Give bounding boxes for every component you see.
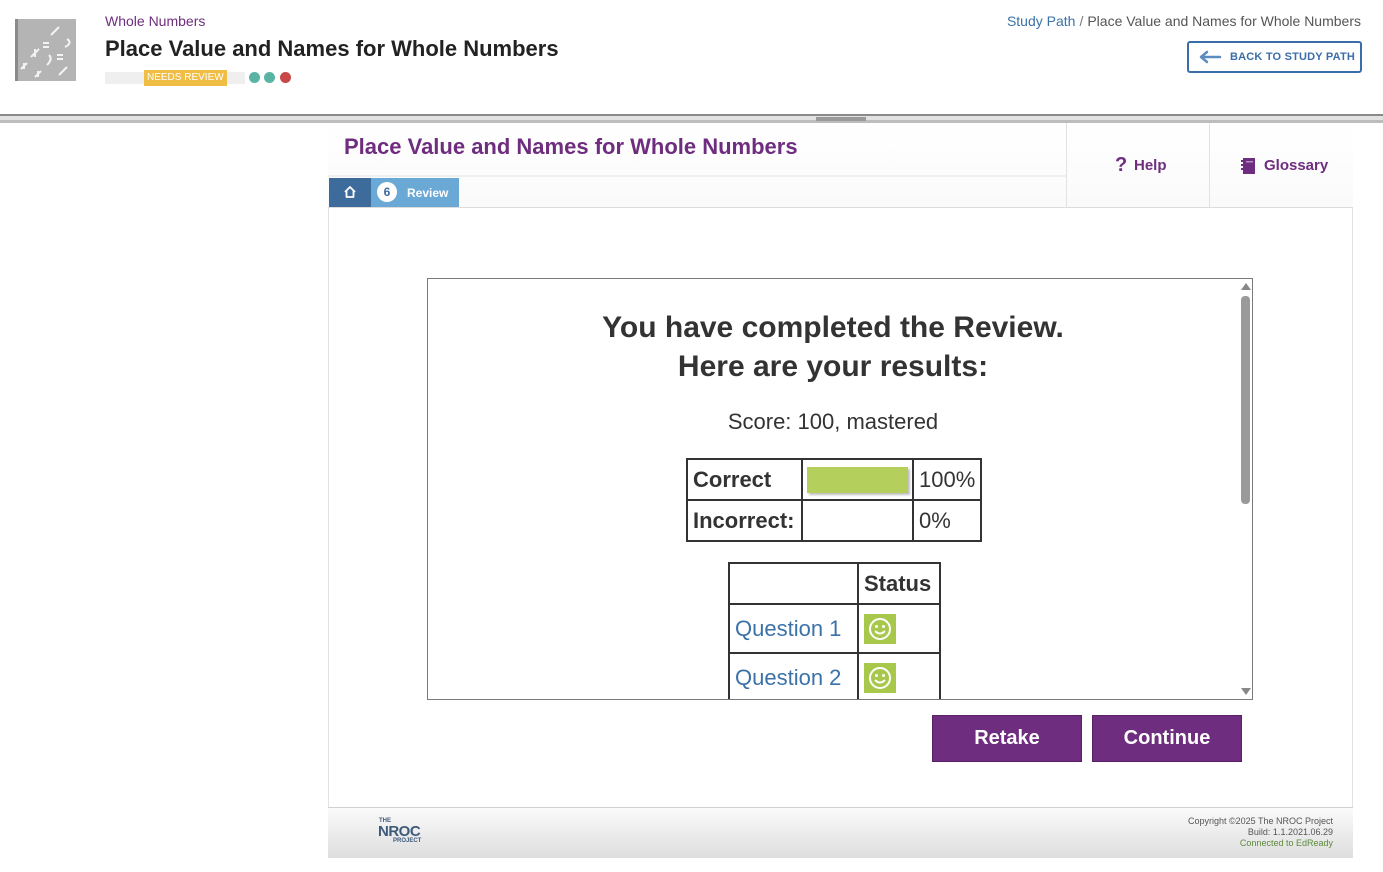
correct-percent: 100% [911, 458, 983, 501]
app-root: Whole Numbers Place Value and Names for … [0, 0, 1383, 872]
question-2-link[interactable]: Question 2 [735, 665, 841, 690]
tab-home[interactable] [329, 178, 371, 207]
header-divider [0, 114, 1383, 123]
back-to-study-path-button[interactable]: BACK TO STUDY PATH [1187, 41, 1362, 73]
breadcrumb: Study Path / Place Value and Names for Who… [1007, 13, 1361, 29]
build-text: Build: 1.1.2021.06.29 [1247, 827, 1333, 837]
divider-grip-handle[interactable] [816, 117, 866, 121]
glossary-label: Glossary [1264, 157, 1329, 174]
status-badge: NEEDS REVIEW [144, 70, 227, 86]
book-icon [1241, 158, 1255, 174]
results-scrollbar[interactable] [1238, 279, 1252, 699]
status-header: Status [857, 562, 941, 605]
copyright-text: Copyright ©2025 The NROC Project [1187, 816, 1333, 826]
question-1-link[interactable]: Question 1 [735, 616, 841, 641]
breadcrumb-separator: / [1079, 13, 1084, 29]
correct-bar-fill [807, 466, 908, 493]
incorrect-row: Incorrect: 0% [686, 499, 983, 542]
tab-review[interactable]: 6 Review [371, 178, 459, 207]
math-pattern-icon [20, 26, 71, 78]
help-label: Help [1134, 157, 1167, 174]
status-dot [264, 72, 275, 83]
results-heading-line2: Here are your results: [677, 350, 989, 383]
page-title: Place Value and Names for Whole Numbers [105, 36, 559, 61]
scroll-up-arrow-icon[interactable] [1241, 283, 1251, 290]
smiley-face-icon [869, 666, 891, 689]
status-dot [249, 72, 260, 83]
status-cell [857, 652, 941, 699]
status-cell [857, 603, 941, 654]
scroll-down-arrow-icon[interactable] [1241, 688, 1251, 695]
question-table-header: Status [728, 562, 941, 605]
continue-button[interactable]: Continue [1092, 715, 1242, 762]
incorrect-percent: 0% [911, 499, 983, 542]
table-row: Question 2 [728, 652, 941, 699]
correct-row: Correct 100% [686, 458, 983, 501]
question-header-empty [728, 562, 859, 605]
tabbar-line [328, 175, 1066, 177]
help-button[interactable]: ? Help [1067, 123, 1209, 207]
question-cell: Question 1 [728, 603, 859, 654]
smiley-face-icon [869, 617, 891, 640]
back-button-label: BACK TO STUDY PATH [1230, 51, 1356, 63]
breadcrumb-study-path-link[interactable]: Study Path [1007, 13, 1076, 29]
smiley-icon [864, 662, 896, 693]
connected-text: Connected to EdReady [1239, 838, 1333, 848]
page-footer: THE NROC PROJECT Copyright ©2025 The NRO… [328, 807, 1353, 858]
score-table: Correct 100% Incorrect: 0% [686, 458, 983, 542]
incorrect-bar-cell [801, 499, 914, 542]
correct-bar-cell [801, 458, 914, 501]
review-tab-label: Review [407, 186, 449, 200]
results-panel[interactable]: You have completed the Review. Here are … [427, 278, 1253, 700]
results-content: You have completed the Review. Here are … [428, 279, 1238, 699]
question-mark-icon: ? [1115, 154, 1128, 176]
home-icon [344, 186, 356, 198]
question-status-table: Status Question 1 Question 2 [728, 562, 941, 699]
table-row: Question 1 [728, 603, 941, 654]
score-text: Score: 100, mastered [727, 409, 939, 434]
page-header: Whole Numbers Place Value and Names for … [0, 0, 1383, 114]
subject-label: Whole Numbers [105, 13, 206, 29]
results-heading-line1: You have completed the Review. [602, 311, 1064, 344]
review-tab-number: 6 [377, 182, 397, 202]
status-dot [280, 72, 291, 83]
retake-button[interactable]: Retake [932, 715, 1082, 762]
arrow-left-icon [1199, 50, 1222, 64]
incorrect-label: Incorrect: [686, 499, 803, 542]
question-cell: Question 2 [728, 652, 859, 699]
smiley-icon [864, 613, 896, 644]
glossary-button[interactable]: Glossary [1210, 123, 1352, 207]
logo-project: PROJECT [393, 838, 422, 844]
lesson-title: Place Value and Names for Whole Numbers [344, 134, 798, 159]
lesson-thumbnail [15, 19, 76, 81]
correct-label: Correct [686, 458, 803, 501]
breadcrumb-current: Place Value and Names for Whole Numbers [1087, 13, 1361, 29]
scrollbar-thumb[interactable] [1241, 296, 1250, 504]
